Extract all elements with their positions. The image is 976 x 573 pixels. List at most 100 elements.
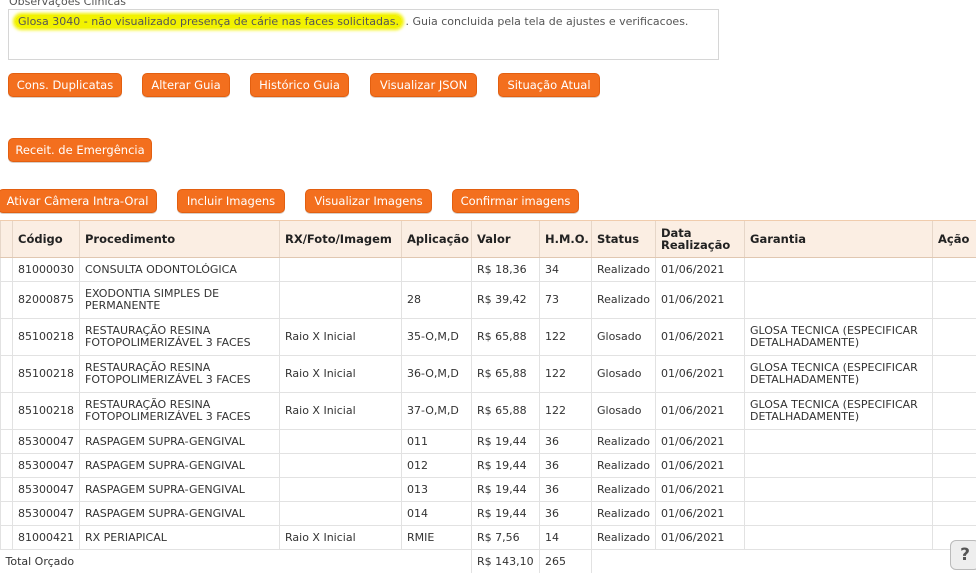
- cell-aplicacao: 012: [402, 454, 472, 478]
- cell-rx: [280, 454, 402, 478]
- cell-procedimento: RASPAGEM SUPRA-GENGIVAL: [80, 430, 280, 454]
- cell-acao[interactable]: [933, 282, 976, 319]
- cell-data: 01/06/2021: [656, 502, 745, 526]
- table-row[interactable]: 85300047RASPAGEM SUPRA-GENGIVAL011R$ 19,…: [1, 430, 976, 454]
- header-valor[interactable]: Valor: [472, 221, 540, 258]
- cell-procedimento: RESTAURAÇÃO RESINA FOTOPOLIMERIZÁVEL 3 F…: [80, 393, 280, 430]
- cell-hmo: 14: [540, 526, 592, 550]
- cell-hmo: 122: [540, 356, 592, 393]
- alter-guide-button[interactable]: Alterar Guia: [142, 73, 230, 97]
- header-status[interactable]: Status: [592, 221, 656, 258]
- cell-garantia: [745, 478, 933, 502]
- observations-field[interactable]: Glosa 3040 - não visualizado presença de…: [8, 9, 719, 60]
- table-row[interactable]: 85300047RASPAGEM SUPRA-GENGIVAL013R$ 19,…: [1, 478, 976, 502]
- cell-garantia: [745, 430, 933, 454]
- cell-codigo: 81000030: [13, 258, 80, 282]
- cell-valor: R$ 19,44: [472, 478, 540, 502]
- cell-garantia: GLOSA TECNICA (ESPECIFICAR DETALHADAMENT…: [745, 319, 933, 356]
- cell-codigo: 85300047: [13, 478, 80, 502]
- cell-acao[interactable]: [933, 319, 976, 356]
- help-button[interactable]: ?: [950, 540, 976, 570]
- table-row[interactable]: 85100218RESTAURAÇÃO RESINA FOTOPOLIMERIZ…: [1, 393, 976, 430]
- header-codigo[interactable]: Código: [13, 221, 80, 258]
- cell-hmo: 73: [540, 282, 592, 319]
- cell-garantia: GLOSA TECNICA (ESPECIFICAR DETALHADAMENT…: [745, 393, 933, 430]
- table-row[interactable]: 85100218RESTAURAÇÃO RESINA FOTOPOLIMERIZ…: [1, 356, 976, 393]
- cell-codigo: 81000421: [13, 526, 80, 550]
- header-aplicacao[interactable]: Aplicação: [402, 221, 472, 258]
- cell-status: Realizado: [592, 258, 656, 282]
- include-images-button[interactable]: Incluir Imagens: [177, 189, 285, 213]
- cell-acao[interactable]: [933, 502, 976, 526]
- cell-data: 01/06/2021: [656, 356, 745, 393]
- row-select-cell: [1, 258, 13, 282]
- cell-status: Glosado: [592, 393, 656, 430]
- cell-acao[interactable]: [933, 356, 976, 393]
- header-hmo[interactable]: H.M.O.: [540, 221, 592, 258]
- cell-status: Realizado: [592, 478, 656, 502]
- table-row[interactable]: 85300047RASPAGEM SUPRA-GENGIVAL012R$ 19,…: [1, 454, 976, 478]
- cell-hmo: 36: [540, 502, 592, 526]
- cell-procedimento: RASPAGEM SUPRA-GENGIVAL: [80, 502, 280, 526]
- cell-garantia: [745, 258, 933, 282]
- cell-codigo: 85300047: [13, 430, 80, 454]
- cell-acao[interactable]: [933, 478, 976, 502]
- cell-codigo: 85100218: [13, 319, 80, 356]
- cell-data: 01/06/2021: [656, 393, 745, 430]
- cell-garantia: [745, 454, 933, 478]
- cell-rx: Raio X Inicial: [280, 526, 402, 550]
- total-valor: R$ 143,10: [472, 550, 540, 573]
- row-select-cell: [1, 319, 13, 356]
- cell-acao[interactable]: [933, 454, 976, 478]
- table-row[interactable]: 81000030CONSULTA ODONTOLÓGICAR$ 18,3634R…: [1, 258, 976, 282]
- header-procedimento[interactable]: Procedimento: [80, 221, 280, 258]
- cell-codigo: 85300047: [13, 454, 80, 478]
- row-select-cell: [1, 502, 13, 526]
- cell-procedimento: RESTAURAÇÃO RESINA FOTOPOLIMERIZÁVEL 3 F…: [80, 356, 280, 393]
- cell-aplicacao: [402, 258, 472, 282]
- current-status-button[interactable]: Situação Atual: [498, 73, 600, 97]
- cell-status: Glosado: [592, 319, 656, 356]
- cell-data: 01/06/2021: [656, 478, 745, 502]
- cell-data: 01/06/2021: [656, 526, 745, 550]
- view-images-button[interactable]: Visualizar Imagens: [305, 189, 432, 213]
- view-json-button[interactable]: Visualizar JSON: [370, 73, 477, 97]
- cell-valor: R$ 65,88: [472, 319, 540, 356]
- cell-status: Realizado: [592, 526, 656, 550]
- table-header-row: Código Procedimento RX/Foto/Imagem Aplic…: [1, 221, 976, 258]
- table-row[interactable]: 85300047RASPAGEM SUPRA-GENGIVAL014R$ 19,…: [1, 502, 976, 526]
- cell-aplicacao: 014: [402, 502, 472, 526]
- row-select-cell: [1, 393, 13, 430]
- header-data[interactable]: Data Realização: [656, 221, 745, 258]
- total-hmo: 265: [540, 550, 592, 573]
- cell-hmo: 36: [540, 478, 592, 502]
- cell-hmo: 122: [540, 319, 592, 356]
- confirm-images-button[interactable]: Confirmar imagens: [452, 189, 579, 213]
- row-select-cell: [1, 478, 13, 502]
- cell-rx: [280, 258, 402, 282]
- observations-rest-text: . Guia concluida pela tela de ajustes e …: [402, 15, 688, 28]
- cell-acao[interactable]: [933, 258, 976, 282]
- consult-duplicates-button[interactable]: Cons. Duplicatas: [8, 73, 122, 97]
- header-rx[interactable]: RX/Foto/Imagem: [280, 221, 402, 258]
- cell-acao[interactable]: [933, 430, 976, 454]
- cell-valor: R$ 65,88: [472, 356, 540, 393]
- table-row[interactable]: 81000421RX PERIAPICALRaio X InicialRMIER…: [1, 526, 976, 550]
- guide-history-button[interactable]: Histórico Guia: [250, 73, 349, 97]
- table-row[interactable]: 85100218RESTAURAÇÃO RESINA FOTOPOLIMERIZ…: [1, 319, 976, 356]
- header-garantia[interactable]: Garantia: [745, 221, 933, 258]
- cell-procedimento: RASPAGEM SUPRA-GENGIVAL: [80, 478, 280, 502]
- observations-highlighted-text: Glosa 3040 - não visualizado presença de…: [15, 15, 402, 28]
- table-row[interactable]: 82000875EXODONTIA SIMPLES DE PERMANENTE2…: [1, 282, 976, 319]
- cell-acao[interactable]: [933, 393, 976, 430]
- cell-valor: R$ 19,44: [472, 502, 540, 526]
- cell-hmo: 122: [540, 393, 592, 430]
- cell-aplicacao: 35-O,M,D: [402, 319, 472, 356]
- cell-procedimento: RESTAURAÇÃO RESINA FOTOPOLIMERIZÁVEL 3 F…: [80, 319, 280, 356]
- activate-intraoral-camera-button[interactable]: Ativar Câmera Intra-Oral: [0, 189, 157, 213]
- row-select-cell: [1, 454, 13, 478]
- row-select-cell: [1, 526, 13, 550]
- emergency-prescription-button[interactable]: Receit. de Emergência: [8, 138, 152, 162]
- cell-data: 01/06/2021: [656, 282, 745, 319]
- cell-rx: [280, 478, 402, 502]
